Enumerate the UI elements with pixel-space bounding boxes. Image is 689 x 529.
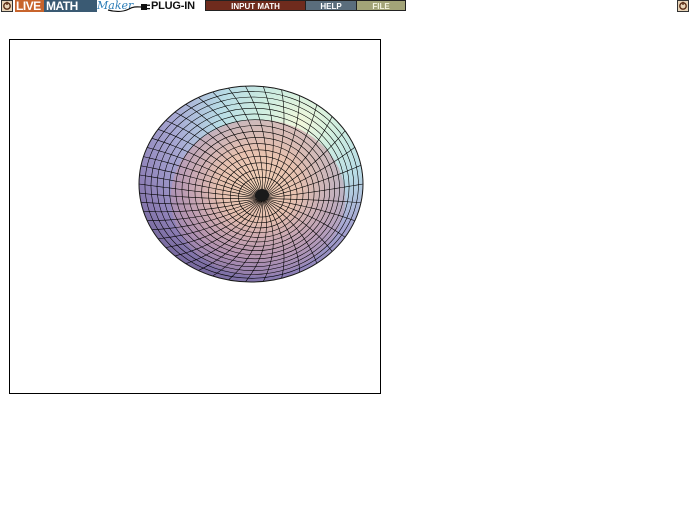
- logo-math-text: MATH: [44, 0, 97, 12]
- input-math-button[interactable]: INPUT MATH: [205, 0, 306, 11]
- plot-frame[interactable]: [9, 39, 381, 394]
- surface: [138, 85, 364, 283]
- livemath-plugin-page: LIVE MATH Maker PLUG-IN INPUT MATH HELP …: [0, 0, 689, 529]
- plugin-toolbar: LIVE MATH Maker PLUG-IN INPUT MATH HELP …: [0, 0, 689, 12]
- logo-live-text: LIVE: [15, 0, 44, 12]
- help-button[interactable]: HELP: [305, 0, 357, 11]
- file-button[interactable]: FILE: [356, 0, 406, 11]
- toggle-icon[interactable]: [677, 0, 689, 12]
- plugin-label: PLUG-IN: [151, 0, 195, 12]
- surface-plot[interactable]: [10, 40, 380, 393]
- plug-cord-icon: [107, 0, 151, 18]
- surface-hole: [255, 189, 269, 201]
- toggle-icon[interactable]: [1, 0, 13, 12]
